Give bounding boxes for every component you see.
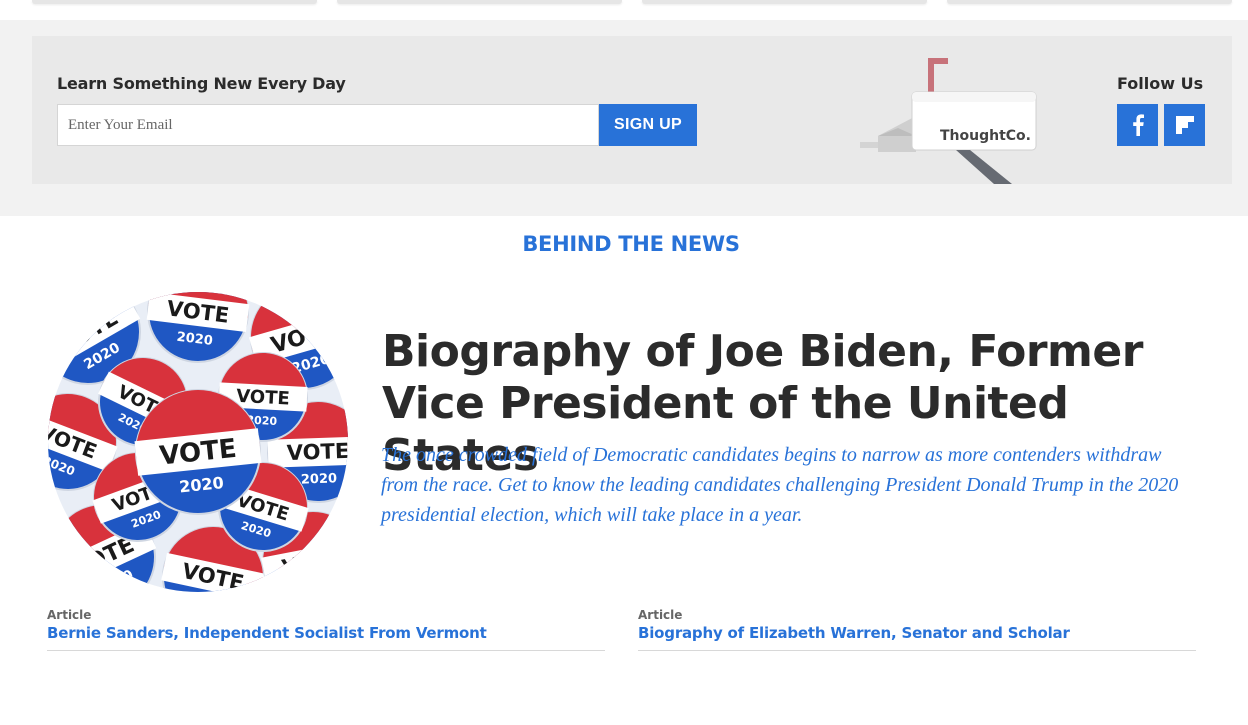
newsletter-signup: Learn Something New Every Day SIGN UP Th… <box>32 36 1232 184</box>
email-input[interactable] <box>57 104 599 146</box>
svg-text:VOTE: VOTE <box>236 386 291 410</box>
flipboard-icon <box>1175 116 1194 134</box>
svg-text:2020: 2020 <box>299 578 337 592</box>
top-card[interactable] <box>642 0 927 4</box>
related-title-link[interactable]: Biography of Elizabeth Warren, Senator a… <box>638 624 1196 642</box>
facebook-icon <box>1132 114 1144 136</box>
vote-buttons-image: VOTE2020VOTE2020 VOTE2020VOTE2020VOTE2020… <box>48 292 348 592</box>
mailbox-illustration: ThoughtCo. <box>860 58 1037 184</box>
follow-heading: Follow Us <box>1117 74 1204 93</box>
flipboard-link[interactable] <box>1164 104 1205 146</box>
top-card[interactable] <box>337 0 622 4</box>
section-title: BEHIND THE NEWS <box>522 232 740 256</box>
facebook-link[interactable] <box>1117 104 1158 146</box>
related-article[interactable]: Article Bernie Sanders, Independent Soci… <box>47 608 605 651</box>
newsletter-form: SIGN UP <box>57 104 697 146</box>
svg-text:2020: 2020 <box>94 567 136 592</box>
related-title-link[interactable]: Bernie Sanders, Independent Socialist Fr… <box>47 624 605 642</box>
top-card[interactable] <box>32 0 317 4</box>
mailbox-brand: ThoughtCo. <box>940 128 1031 144</box>
related-article[interactable]: Article Biography of Elizabeth Warren, S… <box>638 608 1196 651</box>
top-card[interactable] <box>947 0 1232 4</box>
feature-image[interactable]: VOTE 2020 VOTE 2020 VOTE 2020 VOTE 2020 VOTE 2020… <box>48 292 348 592</box>
newsletter-heading: Learn Something New Every Day <box>57 74 346 93</box>
social-links <box>1117 104 1205 146</box>
related-type-label: Article <box>47 608 92 622</box>
svg-text:2020: 2020 <box>301 471 338 487</box>
related-type-label: Article <box>638 608 683 622</box>
top-card-strip <box>32 0 1232 4</box>
svg-text:VOTE: VOTE <box>286 439 348 465</box>
feature-description: The once crowded field of Democratic can… <box>381 444 1179 526</box>
sign-up-button[interactable]: SIGN UP <box>599 104 697 146</box>
